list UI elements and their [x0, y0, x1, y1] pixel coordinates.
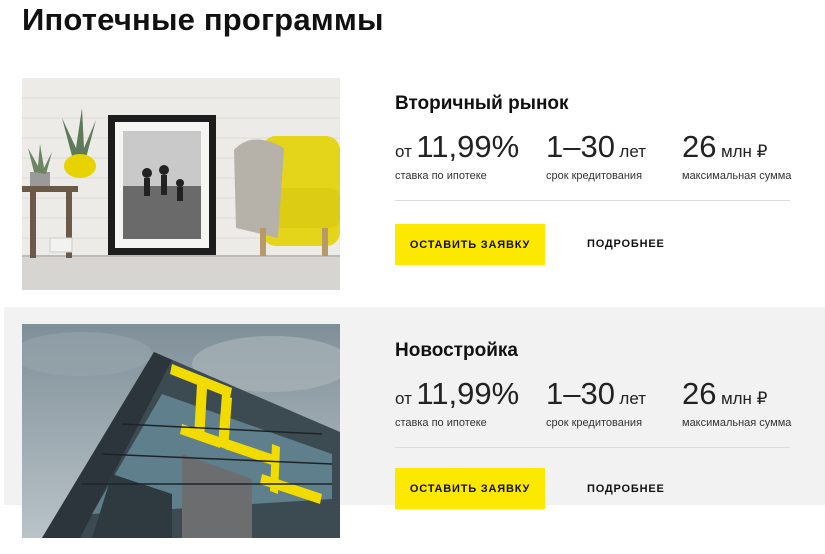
building-photo: [22, 324, 340, 538]
amount-value: 26: [682, 376, 717, 411]
term-unit: лет: [619, 142, 647, 161]
program-title: Вторичный рынок: [395, 93, 569, 114]
amount-caption: максимальная сумма: [682, 170, 792, 182]
rate-prefix: от: [395, 142, 412, 161]
amount-caption: максимальная сумма: [682, 417, 792, 429]
apply-button[interactable]: Оставить заявку: [395, 468, 545, 509]
amount-unit: млн ₽: [720, 389, 768, 408]
term-stat: 1–30 лет срок кредитования: [546, 378, 646, 429]
program-stats: от 11,99% ставка по ипотеке 1–30 лет сро…: [395, 378, 791, 448]
amount-unit: млн ₽: [720, 142, 768, 161]
program-card-secondary: Вторичный рынок от 11,99% ставка по ипот…: [0, 62, 825, 307]
term-value: 1–30: [546, 376, 615, 411]
amount-stat: 26 млн ₽ максимальная сумма: [682, 131, 791, 182]
rate-stat: от 11,99% ставка по ипотеке: [395, 378, 519, 429]
rate-prefix: от: [395, 389, 412, 408]
rate-caption: ставка по ипотеке: [395, 417, 487, 429]
program-card-new-build: Новостройка от 11,99% ставка по ипотеке …: [0, 307, 825, 554]
term-caption: срок кредитования: [546, 170, 643, 182]
rate-caption: ставка по ипотеке: [395, 170, 487, 182]
page-title: Ипотечные программы: [22, 2, 384, 37]
program-title: Новостройка: [395, 340, 518, 361]
term-stat: 1–30 лет срок кредитования: [546, 131, 646, 182]
more-link[interactable]: Подробнее: [587, 483, 665, 495]
apply-button[interactable]: Оставить заявку: [395, 224, 545, 265]
living-room-photo: [22, 78, 340, 290]
term-unit: лет: [619, 389, 647, 408]
program-stats: от 11,99% ставка по ипотеке 1–30 лет сро…: [395, 131, 791, 201]
term-value: 1–30: [546, 129, 615, 164]
amount-stat: 26 млн ₽ максимальная сумма: [682, 378, 791, 429]
amount-value: 26: [682, 129, 717, 164]
rate-value: 11,99%: [416, 376, 520, 411]
more-link[interactable]: Подробнее: [587, 238, 665, 250]
rate-stat: от 11,99% ставка по ипотеке: [395, 131, 519, 182]
rate-value: 11,99%: [416, 129, 520, 164]
term-caption: срок кредитования: [546, 417, 643, 429]
